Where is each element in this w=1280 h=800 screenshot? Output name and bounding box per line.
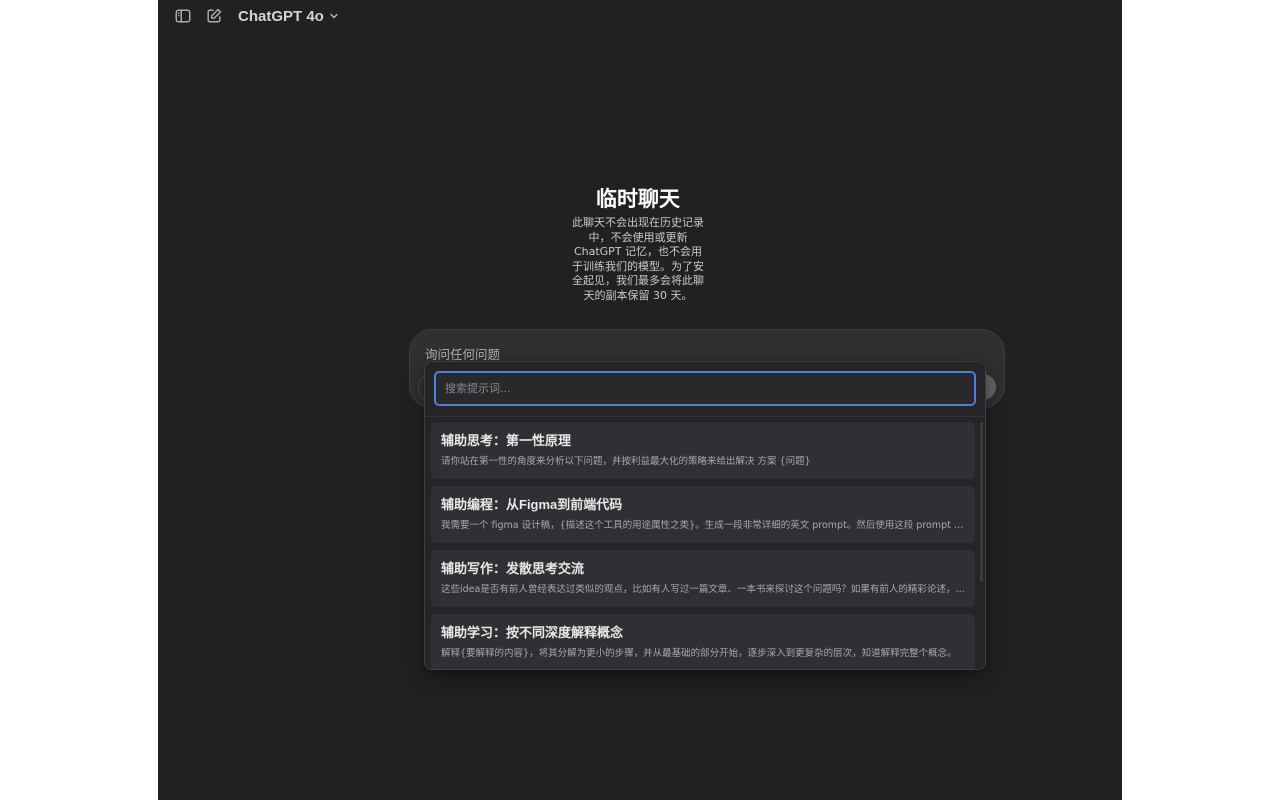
prompt-item-title: 辅助学习：按不同深度解释概念 [441, 625, 624, 640]
prompt-item-title: 辅助写作：发散思考交流 [441, 561, 585, 576]
sidebar-toggle-icon[interactable] [172, 5, 194, 27]
prompt-picker-popup: 辅助思考：第一性原理 请你站在第一性的角度来分析以下问题，并按利益最大化的策略来… [424, 361, 986, 670]
chevron-down-icon [330, 13, 338, 19]
popup-divider [425, 416, 985, 417]
intro-description: 此聊天不会出现在历史记录中，不会使用或更新 ChatGPT 记忆，也不会用于训练… [572, 216, 704, 302]
prompt-item[interactable]: 辅助写作：发散思考交流 这些idea是否有前人曾经表达过类似的观点，比如有人写过… [431, 550, 975, 607]
model-name: ChatGPT 4o [238, 7, 324, 25]
prompt-item[interactable]: 辅助学习：按不同深度解释概念 解释{要解释的内容}，将其分解为更小的步骤，并从最… [431, 614, 975, 669]
prompt-item[interactable]: 辅助思考：第一性原理 请你站在第一性的角度来分析以下问题，并按利益最大化的策略来… [431, 422, 975, 479]
prompt-item-title: 辅助思考：第一性原理 [441, 433, 572, 448]
prompt-item-description: 请你站在第一性的角度来分析以下问题，并按利益最大化的策略来给出解决 方案 {问题… [441, 456, 811, 467]
prompt-search-input[interactable] [436, 373, 974, 404]
page-title: 临时聊天 [596, 187, 680, 211]
top-bar: ChatGPT 4o [158, 0, 1122, 32]
temporary-chat-intro: 临时聊天 此聊天不会出现在历史记录中，不会使用或更新 ChatGPT 记忆，也不… [570, 185, 706, 303]
prompt-list: 辅助思考：第一性原理 请你站在第一性的角度来分析以下问题，并按利益最大化的策略来… [431, 422, 975, 669]
new-chat-edit-icon[interactable] [203, 5, 225, 27]
model-selector[interactable]: ChatGPT 4o [238, 4, 340, 28]
prompt-item-title: 辅助编程：从Figma到前端代码 [441, 497, 623, 512]
prompt-item[interactable]: 辅助编程：从Figma到前端代码 我需要一个 figma 设计稿，{描述这个工具… [431, 486, 975, 543]
prompt-list-scrollbar[interactable] [980, 422, 983, 582]
prompt-item-description: 我需要一个 figma 设计稿，{描述这个工具的用途属性之类}。生成一段非常详细… [441, 520, 965, 531]
prompt-item-description: 解释{要解释的内容}，将其分解为更小的步骤，并从最基础的部分开始，逐步深入到更复… [441, 648, 957, 659]
prompt-search-box[interactable] [434, 371, 976, 406]
prompt-item-description: 这些idea是否有前人曾经表达过类似的观点，比如有人写过一篇文章、一本书来探讨这… [441, 584, 965, 595]
